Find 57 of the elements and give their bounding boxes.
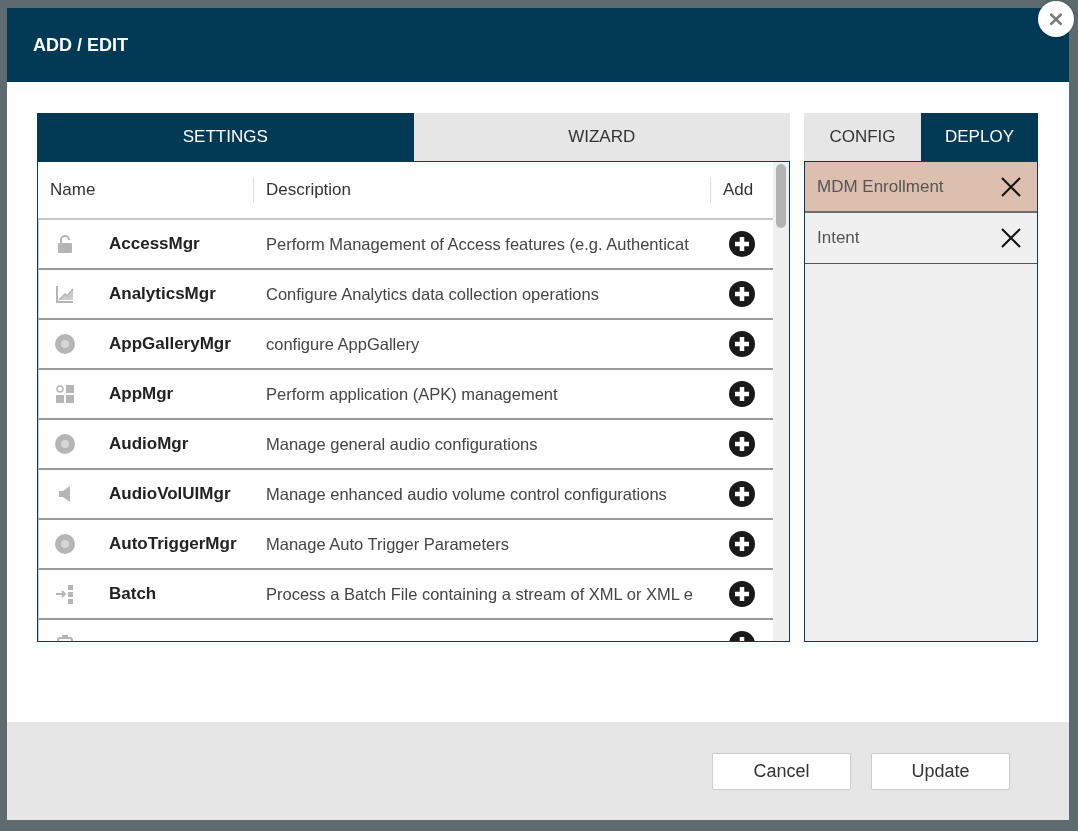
module-name: AudioVolUIMgr	[109, 484, 231, 504]
add-button[interactable]	[729, 331, 755, 357]
dialog-title: ADD / EDIT	[33, 34, 128, 56]
deploy-item[interactable]: Intent	[805, 213, 1037, 264]
module-description: Manage Auto Trigger Parameters	[265, 534, 511, 554]
circle-icon	[55, 434, 75, 454]
plus-circle-icon	[729, 331, 755, 357]
plus-circle-icon	[729, 581, 755, 607]
plus-circle-icon	[729, 381, 755, 407]
module-description: Manage enhanced audio volume control configurations	[265, 484, 668, 504]
deploy-item[interactable]: MDM Enrollment	[805, 162, 1037, 213]
tab[interactable]: WIZARD	[413, 113, 790, 161]
module-name: AppMgr	[109, 384, 174, 404]
module-description: configure AppGallery	[265, 334, 421, 354]
module-description: Manage general audio configurations	[265, 434, 539, 454]
module-name: AutoTriggerMgr	[109, 534, 237, 554]
module-name: AnalyticsMgr	[109, 284, 216, 304]
add-button[interactable]	[729, 381, 755, 407]
plus-circle-icon	[729, 231, 755, 257]
tab[interactable]: CONFIG	[804, 113, 921, 161]
plus-circle-icon	[729, 481, 755, 507]
add-button[interactable]	[729, 281, 755, 307]
add-button[interactable]	[729, 531, 755, 557]
module-description: Process a Batch File containing a stream of XML or XML e	[265, 584, 695, 604]
arrow-list-icon	[55, 584, 75, 604]
plus-circle-icon	[729, 431, 755, 457]
add-button[interactable]	[729, 231, 755, 257]
plus-circle-icon	[729, 281, 755, 307]
tab[interactable]: SETTINGS	[37, 113, 414, 161]
column-header: Description	[253, 177, 710, 203]
module-name: AppGalleryMgr	[109, 334, 231, 354]
column-header: Add	[710, 177, 772, 203]
deploy-item-label: Intent	[816, 228, 861, 248]
cancel-button[interactable]: Cancel	[712, 752, 851, 790]
remove-icon[interactable]	[1001, 228, 1021, 248]
add-button[interactable]	[729, 581, 755, 607]
add-button[interactable]	[729, 431, 755, 457]
padlock-icon	[55, 234, 75, 254]
scrollbar[interactable]	[773, 162, 789, 641]
line-chart-icon	[55, 284, 75, 304]
module-name: AudioMgr	[109, 434, 189, 454]
plus-circle-icon	[729, 531, 755, 557]
circle-icon	[55, 334, 75, 354]
module-name: Batch	[109, 584, 157, 604]
tab[interactable]: DEPLOY	[921, 113, 1038, 161]
column-header: Name	[49, 179, 97, 201]
deploy-item-label: MDM Enrollment	[816, 176, 945, 197]
app-grid-icon	[55, 384, 75, 404]
close-button[interactable]: ×	[1038, 1, 1074, 37]
module-name: AccessMgr	[109, 234, 200, 254]
add-button[interactable]	[729, 481, 755, 507]
remove-icon[interactable]	[1001, 176, 1021, 197]
update-button[interactable]: Update	[871, 752, 1010, 790]
circle-icon	[55, 534, 75, 554]
module-description: Perform Management of Access features (e.g. Authenticat	[265, 234, 690, 254]
module-description: Perform application (APK) management	[265, 384, 559, 404]
module-description: Configure Analytics data collection operations	[265, 284, 600, 304]
